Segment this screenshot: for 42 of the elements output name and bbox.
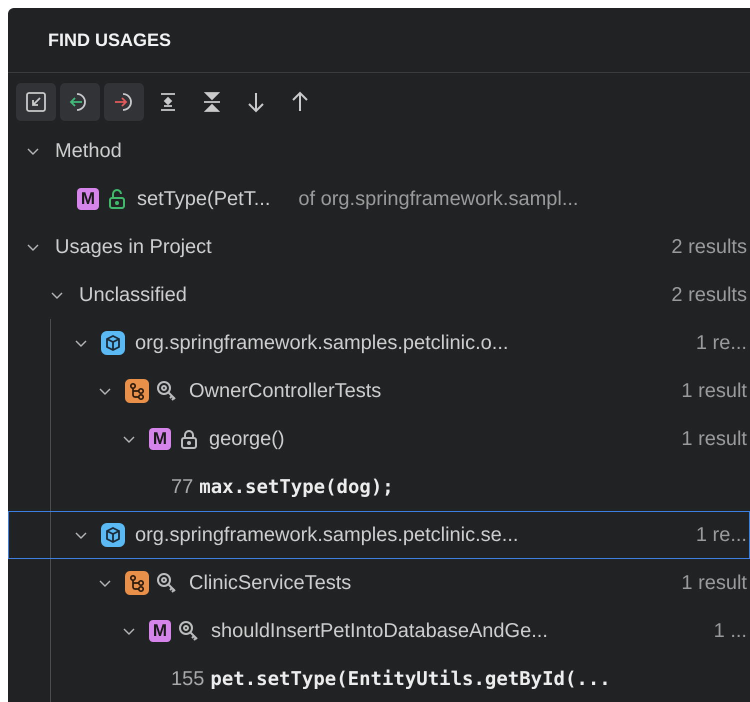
import-icon	[24, 90, 48, 114]
tree-label: Unclassified	[79, 284, 187, 306]
tree-label: setType(PetT...	[137, 188, 270, 210]
tree-item[interactable]: org.springframework.samples.petclinic.se... 1 re...	[8, 511, 750, 559]
class-hierarchy-icon	[125, 571, 149, 595]
tree-label: org.springframework.samples.petclinic.se...	[135, 524, 518, 546]
tree-item[interactable]: Usages in Project 2 results	[8, 223, 750, 271]
tree-item[interactable]: Method	[8, 127, 750, 175]
method-badge: M	[77, 188, 99, 210]
tree-label: OwnerControllerTests	[189, 380, 382, 402]
tree-label: org.springframework.samples.petclinic.o...	[135, 332, 508, 354]
unlocked-padlock-icon	[107, 188, 127, 210]
result-count: 2 results	[670, 236, 747, 258]
result-count: 1 result	[680, 572, 747, 594]
tree-item[interactable]: M setType(PetT... of org.springframework.sampl...	[8, 175, 750, 223]
line-number: 155	[171, 668, 204, 690]
result-count: 1 result	[680, 428, 747, 450]
line-number: 77	[171, 476, 194, 498]
result-count: 1 ...	[712, 620, 747, 642]
padlock-icon	[179, 428, 199, 450]
package-icon	[101, 331, 125, 355]
result-count: 2 results	[670, 284, 747, 306]
code-snippet: max.setType(dog);	[199, 476, 394, 498]
previous-button[interactable]	[60, 83, 100, 121]
result-count: 1 result	[680, 380, 747, 402]
panel-title: FIND USAGES	[48, 30, 172, 50]
result-count: 1 re...	[694, 332, 747, 354]
class-hierarchy-icon	[125, 379, 149, 403]
method-badge: M	[149, 428, 171, 450]
result-count: 1 re...	[694, 524, 747, 546]
tree-label: ClinicServiceTests	[189, 572, 352, 594]
package-icon	[101, 523, 125, 547]
code-snippet: pet.setType(EntityUtils.getById(...	[210, 668, 611, 690]
tree-label: Usages in Project	[55, 236, 212, 258]
tree-item[interactable]: Unclassified 2 results	[8, 271, 750, 319]
tree-label: Method	[55, 140, 122, 162]
import-button[interactable]	[16, 83, 56, 121]
tree-label: shouldInsertPetIntoDatabaseAndGe...	[211, 620, 548, 642]
method-badge: M	[149, 620, 171, 642]
next-button[interactable]	[104, 83, 144, 121]
tree-label: george()	[209, 428, 285, 450]
location-detail: of org.springframework.sampl...	[298, 188, 578, 210]
